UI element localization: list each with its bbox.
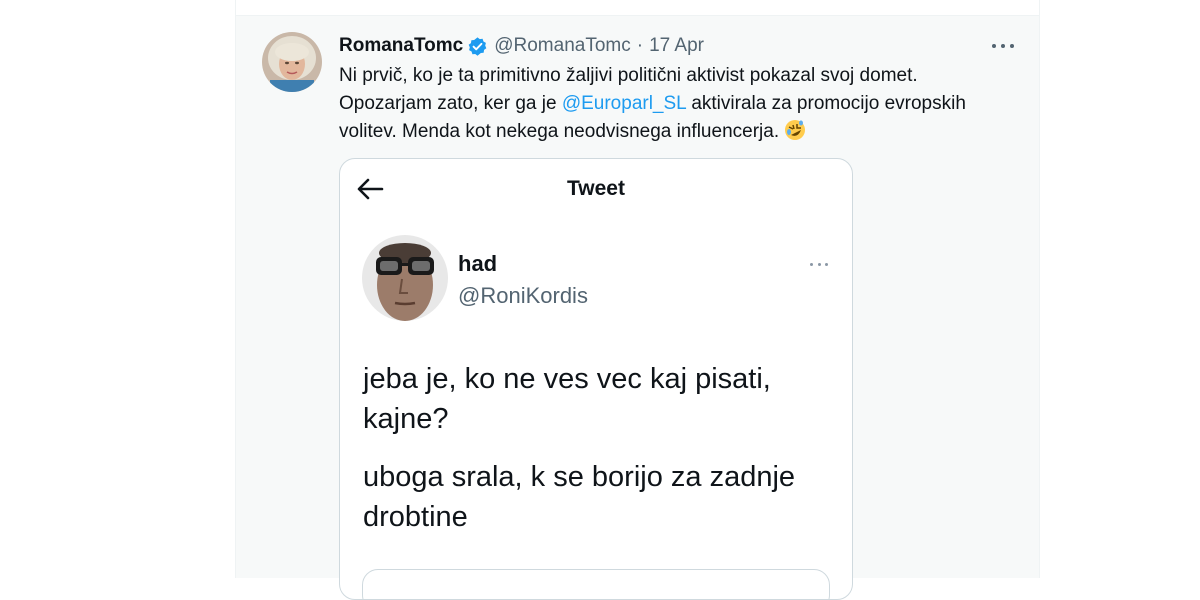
avatar-image	[262, 32, 322, 92]
handle[interactable]: @RomanaTomc	[494, 35, 631, 57]
timestamp[interactable]: 17 Apr	[649, 35, 704, 57]
embedded-handle: @RoniKordis	[458, 283, 588, 308]
verified-badge-icon	[467, 36, 488, 57]
timeline-column: RomanaTomc @RomanaTomc · 17 Apr Ni prvič…	[235, 0, 1040, 600]
rolling-on-floor-laughing-emoji-icon	[784, 119, 806, 141]
tweet-header: RomanaTomc @RomanaTomc · 17 Apr	[339, 34, 704, 58]
mention-link[interactable]: @Europarl_SL	[562, 93, 686, 114]
embedded-text-line2: uboga srala, k se borijo za zadnje drobt…	[363, 461, 796, 533]
embedded-avatar-image	[362, 235, 448, 321]
more-options-icon[interactable]	[992, 36, 1014, 56]
embedded-avatar	[362, 235, 448, 321]
embedded-text-line1: jeba je, ko ne ves vec kaj pisati, kajne…	[363, 363, 771, 435]
tweet-text: Ni prvič, ko je ta primitivno žaljivi po…	[339, 62, 989, 146]
embedded-quoted-card-edge	[362, 569, 830, 599]
avatar[interactable]	[262, 32, 322, 92]
card-title: Tweet	[567, 177, 625, 200]
embedded-display-name: had	[458, 251, 498, 276]
display-name[interactable]: RomanaTomc	[339, 35, 463, 57]
embedded-tweet-screenshot[interactable]: Tweet had @RoniKordis jeba je, ko ne ves…	[339, 158, 853, 600]
separator: ·	[636, 35, 644, 56]
embedded-more-icon	[810, 261, 828, 267]
previous-tweet-edge	[236, 0, 1039, 16]
